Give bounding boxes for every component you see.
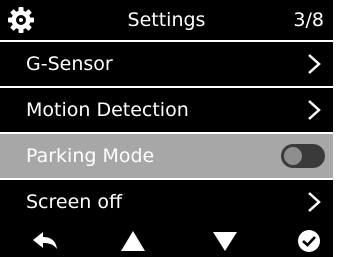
page-indicator: 3/8 <box>293 9 324 31</box>
menu-item-label: Screen off <box>26 191 123 213</box>
menu-item-label: Motion Detection <box>26 99 189 121</box>
menu-item-g-sensor[interactable]: G-Sensor <box>0 42 333 86</box>
page-title: Settings <box>127 9 206 31</box>
menu-item-label: Parking Mode <box>26 145 155 167</box>
chevron-right-icon <box>308 100 321 120</box>
chevron-right-icon <box>308 54 321 74</box>
toggle-knob <box>284 147 302 165</box>
back-arrow-icon[interactable] <box>31 229 59 253</box>
up-triangle-icon[interactable] <box>119 229 147 253</box>
menu-item-label: G-Sensor <box>26 53 113 75</box>
menu-item-motion-detection[interactable]: Motion Detection <box>0 88 333 132</box>
confirm-check-icon[interactable] <box>295 229 323 253</box>
parking-mode-toggle[interactable] <box>281 144 325 168</box>
menu-item-parking-mode[interactable]: Parking Mode <box>0 134 333 178</box>
footer-bar <box>0 224 333 257</box>
chevron-right-icon <box>308 192 321 212</box>
down-triangle-icon[interactable] <box>211 229 239 253</box>
menu-item-screen-off[interactable]: Screen off <box>0 180 333 224</box>
settings-screen: Settings 3/8 G-Sensor Motion Detection P… <box>0 0 333 257</box>
header-bar: Settings 3/8 <box>0 0 333 40</box>
